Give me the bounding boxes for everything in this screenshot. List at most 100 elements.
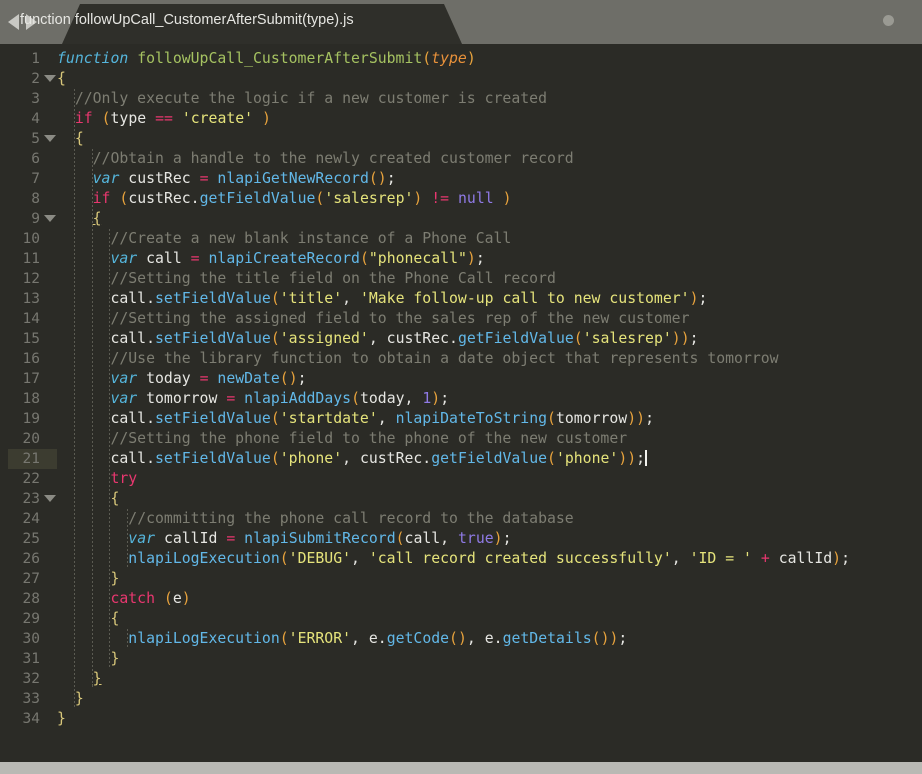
- code-line-text: call.setFieldValue('assigned', custRec.g…: [57, 329, 699, 349]
- line-number: 30: [0, 629, 40, 649]
- line-number: 21: [0, 449, 40, 469]
- code-line[interactable]: 33 }: [0, 689, 922, 709]
- code-line-text: //Use the library function to obtain a d…: [57, 349, 779, 369]
- code-line[interactable]: 26 nlapiLogExecution('DEBUG', 'call reco…: [0, 549, 922, 569]
- code-editor-window: function followUpCall_CustomerAfterSubmi…: [0, 0, 922, 774]
- code-line-text: //Setting the title field on the Phone C…: [57, 269, 556, 289]
- code-line[interactable]: 30 nlapiLogExecution('ERROR', e.getCode(…: [0, 629, 922, 649]
- line-number: 27: [0, 569, 40, 589]
- code-line[interactable]: 9 {: [0, 209, 922, 229]
- code-line-text: var today = newDate();: [57, 369, 307, 389]
- code-line-text: {: [57, 609, 119, 629]
- fold-arrow-icon[interactable]: [44, 135, 56, 142]
- code-line-text: {: [57, 129, 84, 149]
- line-number: 25: [0, 529, 40, 549]
- line-number: 20: [0, 429, 40, 449]
- code-line-text: //Only execute the logic if a new custom…: [57, 89, 547, 109]
- code-line[interactable]: 23 {: [0, 489, 922, 509]
- line-number: 13: [0, 289, 40, 309]
- code-line-text: }: [57, 689, 84, 709]
- code-line-text: //Obtain a handle to the newly created c…: [57, 149, 574, 169]
- line-number: 26: [0, 549, 40, 569]
- line-number: 7: [0, 169, 40, 189]
- code-line[interactable]: 13 call.setFieldValue('title', 'Make fol…: [0, 289, 922, 309]
- unsaved-dot-icon[interactable]: [883, 15, 894, 26]
- fold-arrow-icon[interactable]: [44, 75, 56, 82]
- code-line[interactable]: 8 if (custRec.getFieldValue('salesrep') …: [0, 189, 922, 209]
- code-line[interactable]: 32 }: [0, 669, 922, 689]
- code-line-text: var tomorrow = nlapiAddDays(today, 1);: [57, 389, 449, 409]
- code-line[interactable]: 3 //Only execute the logic if a new cust…: [0, 89, 922, 109]
- code-line[interactable]: 29 {: [0, 609, 922, 629]
- code-line-text: }: [57, 669, 102, 689]
- code-line[interactable]: 14 //Setting the assigned field to the s…: [0, 309, 922, 329]
- code-line-text: nlapiLogExecution('DEBUG', 'call record …: [57, 549, 850, 569]
- line-number: 11: [0, 249, 40, 269]
- line-number: 28: [0, 589, 40, 609]
- arrow-left-icon[interactable]: [8, 14, 19, 30]
- code-line[interactable]: 15 call.setFieldValue('assigned', custRe…: [0, 329, 922, 349]
- code-line-text: nlapiLogExecution('ERROR', e.getCode(), …: [57, 629, 627, 649]
- code-line[interactable]: 10 //Create a new blank instance of a Ph…: [0, 229, 922, 249]
- code-line[interactable]: 7 var custRec = nlapiGetNewRecord();: [0, 169, 922, 189]
- code-line-text: {: [57, 69, 66, 89]
- code-line[interactable]: 20 //Setting the phone field to the phon…: [0, 429, 922, 449]
- code-line[interactable]: 12 //Setting the title field on the Phon…: [0, 269, 922, 289]
- line-number: 31: [0, 649, 40, 669]
- tab-title: function followUpCall_CustomerAfterSubmi…: [20, 0, 354, 40]
- code-line[interactable]: 5 {: [0, 129, 922, 149]
- code-line-text: //committing the phone call record to th…: [57, 509, 574, 529]
- line-number: 5: [0, 129, 40, 149]
- code-line[interactable]: 1function followUpCall_CustomerAfterSubm…: [0, 49, 922, 69]
- code-line[interactable]: 18 var tomorrow = nlapiAddDays(today, 1)…: [0, 389, 922, 409]
- code-line[interactable]: 27 }: [0, 569, 922, 589]
- line-number: 3: [0, 89, 40, 109]
- line-number: 10: [0, 229, 40, 249]
- code-line-text: {: [57, 209, 102, 229]
- code-line[interactable]: 6 //Obtain a handle to the newly created…: [0, 149, 922, 169]
- line-number: 4: [0, 109, 40, 129]
- line-number: 16: [0, 349, 40, 369]
- line-number: 2: [0, 69, 40, 89]
- code-line[interactable]: 28 catch (e): [0, 589, 922, 609]
- status-bar: [0, 762, 922, 774]
- fold-arrow-icon[interactable]: [44, 215, 56, 222]
- editor-surface[interactable]: 1function followUpCall_CustomerAfterSubm…: [0, 44, 922, 762]
- code-line[interactable]: 2{: [0, 69, 922, 89]
- code-line-text: var callId = nlapiSubmitRecord(call, tru…: [57, 529, 511, 549]
- tab-bar: function followUpCall_CustomerAfterSubmi…: [0, 0, 922, 44]
- text-cursor: [645, 450, 647, 466]
- code-line[interactable]: 11 var call = nlapiCreateRecord("phoneca…: [0, 249, 922, 269]
- code-line-text: call.setFieldValue('startdate', nlapiDat…: [57, 409, 654, 429]
- code-line-text: var call = nlapiCreateRecord("phonecall"…: [57, 249, 485, 269]
- code-line[interactable]: 24 //committing the phone call record to…: [0, 509, 922, 529]
- code-line[interactable]: 25 var callId = nlapiSubmitRecord(call, …: [0, 529, 922, 549]
- code-line[interactable]: 4 if (type == 'create' ): [0, 109, 922, 129]
- code-line[interactable]: 21 call.setFieldValue('phone', custRec.g…: [0, 449, 922, 469]
- code-line-text: if (type == 'create' ): [57, 109, 271, 129]
- fold-arrow-icon[interactable]: [44, 495, 56, 502]
- line-number: 19: [0, 409, 40, 429]
- line-number: 18: [0, 389, 40, 409]
- code-line[interactable]: 31 }: [0, 649, 922, 669]
- code-line-text: var custRec = nlapiGetNewRecord();: [57, 169, 396, 189]
- code-line-text: //Setting the assigned field to the sale…: [57, 309, 690, 329]
- code-line-text: {: [57, 489, 119, 509]
- line-number: 17: [0, 369, 40, 389]
- code-line-text: call.setFieldValue('title', 'Make follow…: [57, 289, 707, 309]
- code-line[interactable]: 17 var today = newDate();: [0, 369, 922, 389]
- code-line-text: }: [57, 649, 119, 669]
- line-number: 6: [0, 149, 40, 169]
- code-line-text: }: [57, 569, 119, 589]
- code-line-text: //Create a new blank instance of a Phone…: [57, 229, 511, 249]
- line-number: 1: [0, 49, 40, 69]
- line-number: 34: [0, 709, 40, 729]
- code-line-text: try: [57, 469, 137, 489]
- code-line[interactable]: 22 try: [0, 469, 922, 489]
- line-number: 9: [0, 209, 40, 229]
- code-lines-container[interactable]: 1function followUpCall_CustomerAfterSubm…: [0, 44, 922, 762]
- code-line[interactable]: 19 call.setFieldValue('startdate', nlapi…: [0, 409, 922, 429]
- code-line[interactable]: 16 //Use the library function to obtain …: [0, 349, 922, 369]
- code-line[interactable]: 34}: [0, 709, 922, 729]
- line-number: 32: [0, 669, 40, 689]
